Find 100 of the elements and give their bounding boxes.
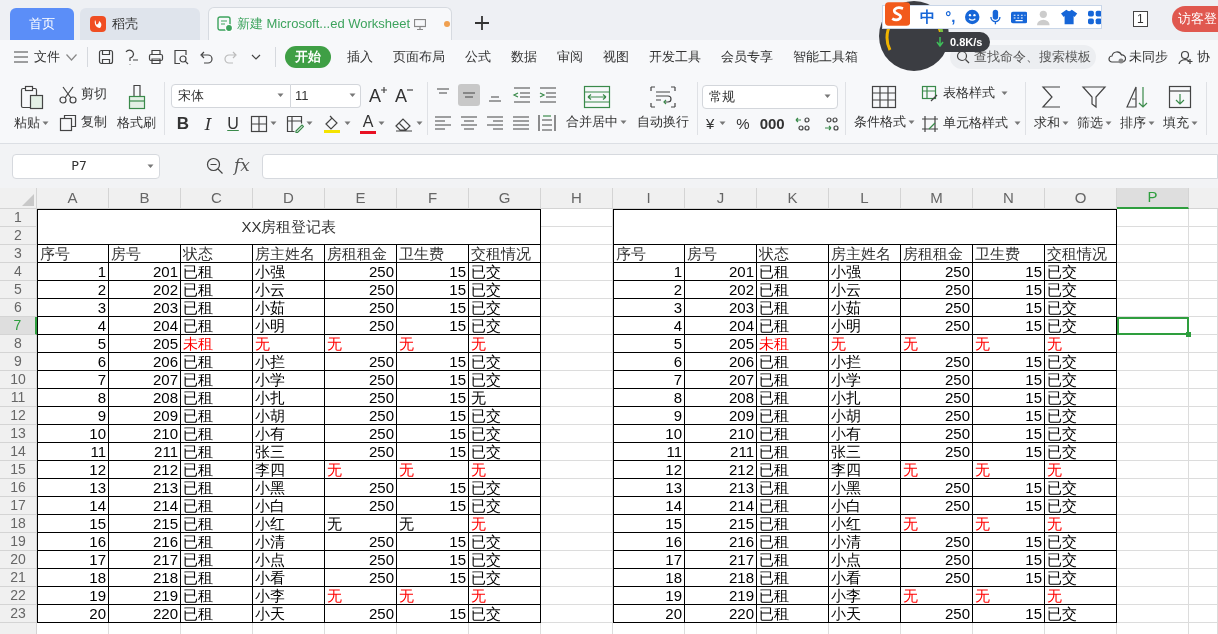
decrease-decimal-icon[interactable]	[822, 114, 841, 133]
active-cell[interactable]	[1117, 317, 1189, 335]
grid-cell[interactable]	[1117, 389, 1189, 407]
grid-cell[interactable]	[1117, 245, 1189, 263]
column-header[interactable]: O	[1045, 188, 1117, 209]
grid-cell[interactable]	[1189, 227, 1218, 245]
grid-cell[interactable]	[1189, 425, 1218, 443]
column-header[interactable]: B	[109, 188, 181, 209]
grid-cell[interactable]	[1117, 371, 1189, 389]
merged-cell[interactable]	[613, 209, 1117, 245]
grid-cell[interactable]	[1189, 353, 1218, 371]
grid-cell[interactable]	[1117, 281, 1189, 299]
grid-cell[interactable]	[541, 209, 613, 227]
font-color-button[interactable]: A	[360, 113, 376, 134]
fill-button[interactable]: 填充	[1158, 74, 1202, 143]
grid-cell[interactable]	[1189, 371, 1218, 389]
grid-cell[interactable]	[1117, 209, 1189, 227]
format-painter-button[interactable]: 格式刷	[113, 74, 160, 143]
row-header[interactable]: 5	[0, 281, 37, 299]
formula-input[interactable]	[261, 153, 1218, 179]
grid-cell[interactable]	[1117, 569, 1189, 587]
print-preview-icon[interactable]	[173, 49, 189, 65]
grid-cell[interactable]	[541, 533, 613, 551]
save-icon[interactable]	[98, 49, 114, 65]
grid-cell[interactable]	[541, 263, 613, 281]
ribbon-tab[interactable]: 页面布局	[393, 46, 445, 68]
grid-cell[interactable]	[1117, 335, 1189, 353]
grid-cell[interactable]	[1189, 281, 1218, 299]
grid-cell[interactable]	[541, 389, 613, 407]
column-header[interactable]: A	[37, 188, 109, 209]
grid-cell[interactable]	[541, 407, 613, 425]
ribbon-tab[interactable]: 公式	[465, 46, 491, 68]
column-header[interactable]	[1189, 188, 1218, 209]
row-header[interactable]: 11	[0, 389, 37, 407]
function-label[interactable]: fx	[234, 153, 250, 179]
row-header[interactable]: 13	[0, 425, 37, 443]
column-header[interactable]: D	[253, 188, 325, 209]
row-header[interactable]: 2	[0, 227, 37, 245]
grid-cell[interactable]	[1189, 335, 1218, 353]
row-header[interactable]: 8	[0, 335, 37, 353]
grid-cell[interactable]	[1189, 587, 1218, 605]
select-all-icon[interactable]	[22, 194, 34, 206]
filter-button[interactable]: 筛选	[1072, 74, 1116, 143]
row-header[interactable]: 10	[0, 371, 37, 389]
grid-cell[interactable]	[541, 371, 613, 389]
table-style-button[interactable]: 表格样式	[920, 81, 1021, 106]
grid-cell[interactable]	[1117, 551, 1189, 569]
increase-font-button[interactable]: A	[369, 85, 387, 106]
row-header[interactable]: 17	[0, 497, 37, 515]
grid-cell[interactable]	[1117, 443, 1189, 461]
highlighter-icon[interactable]	[322, 114, 342, 133]
login-button[interactable]: 访客登	[1172, 6, 1218, 32]
microphone-icon[interactable]	[989, 8, 1001, 26]
grid-cell[interactable]	[1189, 299, 1218, 317]
grid-cell[interactable]	[541, 317, 613, 335]
row-header[interactable]: 3	[0, 245, 37, 263]
file-menu[interactable]: 文件	[14, 47, 77, 67]
borders-icon[interactable]	[250, 114, 268, 133]
column-header[interactable]: N	[973, 188, 1045, 209]
grid-cell[interactable]	[1117, 425, 1189, 443]
merge-center-button[interactable]: 合并居中	[562, 74, 631, 143]
ribbon-tab[interactable]: 视图	[603, 46, 629, 68]
grid-cell[interactable]	[1189, 569, 1218, 587]
grid-cell[interactable]	[1117, 461, 1189, 479]
ribbon-tab[interactable]: 审阅	[557, 46, 583, 68]
copy-button[interactable]: 复制	[59, 110, 107, 135]
new-tab-icon[interactable]	[474, 15, 490, 31]
wrap-text-button[interactable]: 自动换行	[633, 74, 693, 143]
row-header[interactable]: 20	[0, 551, 37, 569]
conditional-format-button[interactable]: 条件格式	[849, 74, 919, 143]
grid-cell[interactable]	[541, 587, 613, 605]
grid-cell[interactable]	[1189, 515, 1218, 533]
align-middle-icon[interactable]	[458, 83, 480, 106]
redo-icon[interactable]	[223, 49, 239, 65]
grid-cell[interactable]	[1117, 299, 1189, 317]
row-header[interactable]: 16	[0, 479, 37, 497]
font-family-select[interactable]: 宋体	[171, 83, 291, 108]
column-header[interactable]: I	[613, 188, 685, 209]
grid-cell[interactable]	[1189, 497, 1218, 515]
increase-decimal-icon[interactable]	[794, 114, 813, 133]
percent-button[interactable]: %	[736, 114, 750, 133]
grid-cell[interactable]	[541, 353, 613, 371]
row-header[interactable]: 22	[0, 587, 37, 605]
italic-button[interactable]: I	[200, 113, 216, 134]
grid-cell[interactable]	[1117, 605, 1189, 623]
grid-cell[interactable]	[541, 569, 613, 587]
cut-button[interactable]: 剪切	[59, 82, 107, 107]
column-header[interactable]: F	[397, 188, 469, 209]
home-tab[interactable]: 首页	[10, 8, 74, 40]
grid-cell[interactable]	[541, 335, 613, 353]
input-mode-button[interactable]: 中	[920, 5, 936, 29]
ribbon-tab[interactable]: 智能工具箱	[793, 46, 858, 68]
grid-cell[interactable]	[1189, 389, 1218, 407]
grid-cell[interactable]	[541, 497, 613, 515]
grid-cell[interactable]	[541, 461, 613, 479]
row-header[interactable]: 12	[0, 407, 37, 425]
column-header[interactable]: M	[901, 188, 973, 209]
sync-status[interactable]: 未同步	[1108, 47, 1168, 67]
collaborate-button[interactable]: 协	[1178, 47, 1210, 67]
grid-cell[interactable]	[541, 479, 613, 497]
